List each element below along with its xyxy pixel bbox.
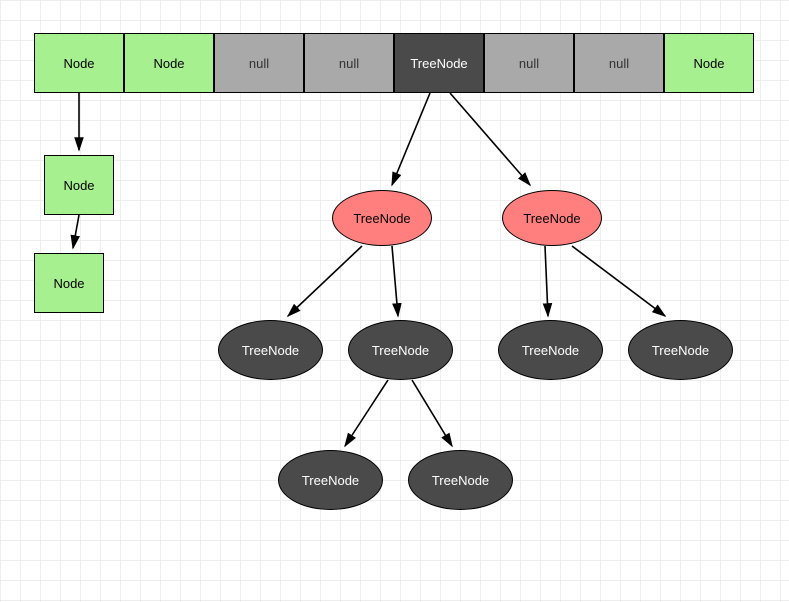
tree-node-l3-0: TreeNode [278, 450, 383, 510]
array-cell-7: Node [664, 33, 754, 93]
array-cell-label: null [519, 56, 539, 71]
array-cell-label: null [339, 56, 359, 71]
array-cell-1: Node [124, 33, 214, 93]
array-cell-label: TreeNode [410, 56, 467, 71]
array-cell-0: Node [34, 33, 124, 93]
tree-node-label: TreeNode [242, 343, 299, 358]
tree-node-l2-2: TreeNode [498, 320, 603, 380]
tree-node-l3-1: TreeNode [408, 450, 513, 510]
tree-node-l2-1: TreeNode [348, 320, 453, 380]
tree-node-label: TreeNode [522, 343, 579, 358]
tree-node-label: TreeNode [432, 473, 489, 488]
tree-node-label: TreeNode [523, 211, 580, 226]
diagram-canvas: Node Node null null TreeNode null null N… [0, 0, 789, 602]
tree-node-label: TreeNode [652, 343, 709, 358]
array-cell-label: null [249, 56, 269, 71]
array-cell-label: Node [693, 56, 724, 71]
array-cell-6: null [574, 33, 664, 93]
tree-node-l1-left: TreeNode [332, 190, 432, 246]
array-cell-5: null [484, 33, 574, 93]
tree-node-l1-right: TreeNode [502, 190, 602, 246]
chain-node-0: Node [44, 155, 114, 215]
array-cell-label: Node [153, 56, 184, 71]
tree-node-l2-3: TreeNode [628, 320, 733, 380]
chain-node-label: Node [53, 276, 84, 291]
tree-node-l2-0: TreeNode [218, 320, 323, 380]
tree-node-label: TreeNode [302, 473, 359, 488]
array-cell-4: TreeNode [394, 33, 484, 93]
tree-node-label: TreeNode [353, 211, 410, 226]
chain-node-1: Node [34, 253, 104, 313]
hash-array: Node Node null null TreeNode null null N… [34, 33, 754, 93]
array-cell-label: null [609, 56, 629, 71]
array-cell-label: Node [63, 56, 94, 71]
tree-node-label: TreeNode [372, 343, 429, 358]
array-cell-2: null [214, 33, 304, 93]
chain-node-label: Node [63, 178, 94, 193]
array-cell-3: null [304, 33, 394, 93]
